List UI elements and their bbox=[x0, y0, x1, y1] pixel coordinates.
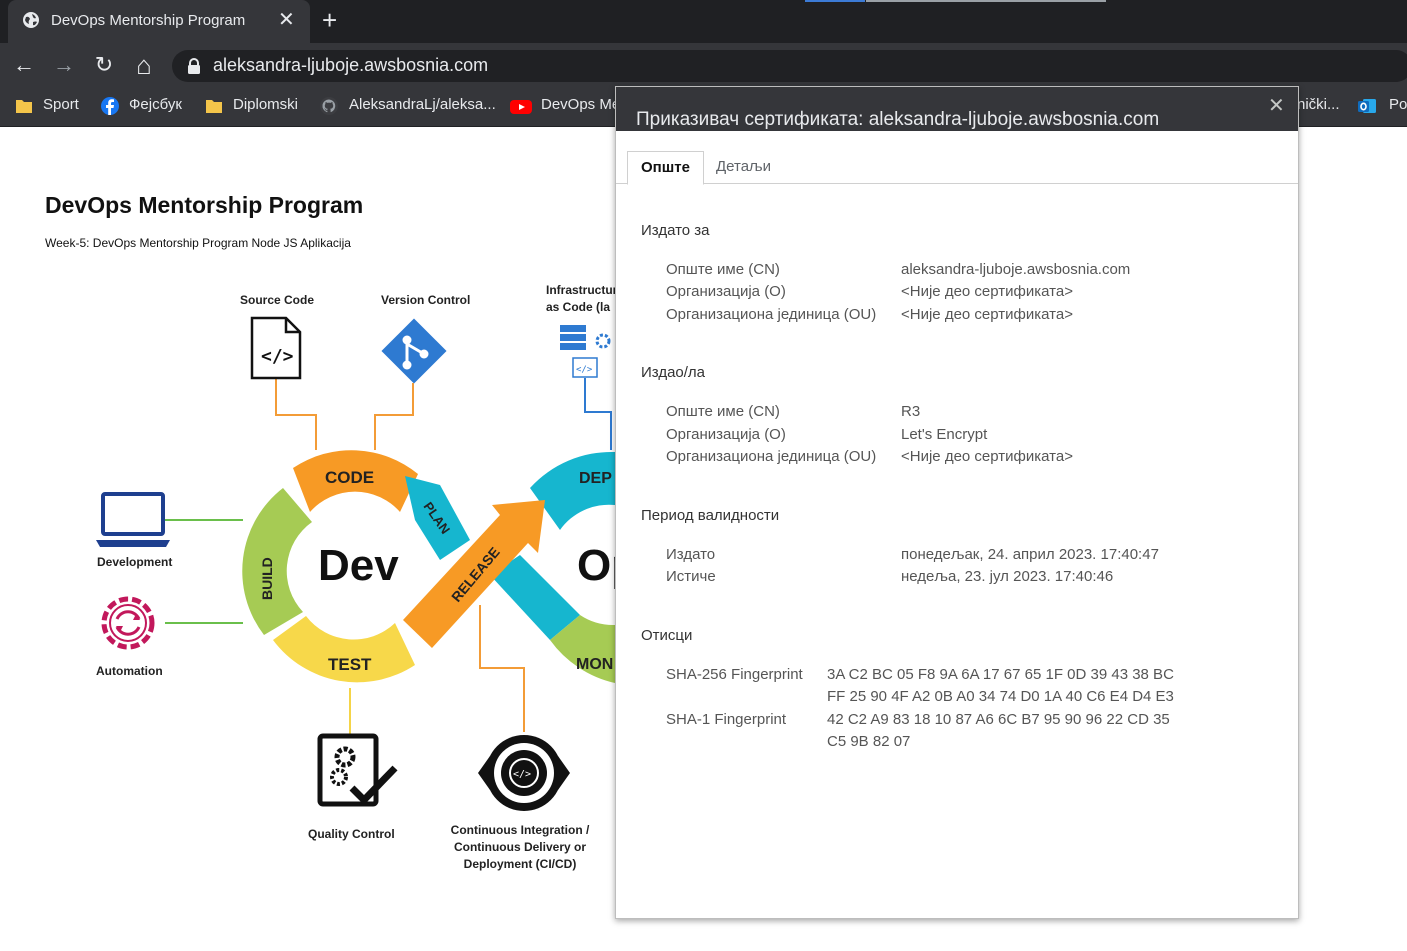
source-code-icon: </> bbox=[250, 316, 302, 380]
connector-line bbox=[584, 378, 612, 450]
lock-icon[interactable] bbox=[187, 58, 201, 74]
browser-tab[interactable]: DevOps Mentorship Program ✕ bbox=[8, 0, 310, 43]
github-icon bbox=[320, 97, 338, 115]
globe-icon bbox=[23, 12, 39, 28]
field-value: понедељак, 24. април 2023. 17:40:47 bbox=[901, 546, 1159, 563]
bookmark-diplomski[interactable]: Diplomski bbox=[233, 96, 298, 113]
field-value: <Није део сертификата> bbox=[901, 448, 1073, 465]
tab-title: DevOps Mentorship Program bbox=[51, 12, 246, 29]
svg-text:</>: </> bbox=[261, 346, 294, 367]
label-cicd: Continuous Integration / Continuous Deli… bbox=[450, 823, 590, 871]
deploy-segment bbox=[530, 451, 615, 530]
git-icon bbox=[381, 318, 447, 384]
field-label: SHA-256 Fingerprint bbox=[666, 666, 803, 683]
section-fingerprints: Отисци bbox=[641, 627, 693, 644]
quality-control-icon bbox=[317, 733, 398, 807]
dialog-title: Приказивач сертификата: aleksandra-ljubo… bbox=[636, 109, 1160, 130]
field-label: Организациона јединица (OU) bbox=[666, 306, 877, 323]
field-label: Организациона јединица (OU) bbox=[666, 448, 877, 465]
section-issued-by: Издао/ла bbox=[641, 364, 706, 381]
field-label: Организација (O) bbox=[666, 283, 786, 300]
field-value: R3 bbox=[901, 403, 921, 420]
loop-word-test: TEST bbox=[328, 655, 372, 674]
field-label: Опште име (CN) bbox=[666, 261, 780, 278]
loop-word-code: CODE bbox=[325, 468, 374, 487]
facebook-icon bbox=[101, 97, 119, 115]
label-iac: Infrastructure as Code (la bbox=[546, 283, 620, 314]
server-code-icon: </> bbox=[560, 325, 611, 378]
certificate-viewer-dialog: Приказивач сертификата: aleksandra-ljubo… bbox=[615, 86, 1299, 919]
folder-icon bbox=[16, 100, 32, 113]
sha256-fingerprint-line: 3A C2 BC 05 F8 9A 6A 17 67 65 1F 0D 39 4… bbox=[827, 666, 1174, 683]
new-tab-button[interactable]: + bbox=[322, 6, 337, 34]
loop-word-monitor: MON bbox=[576, 656, 613, 673]
bookmark-devops[interactable]: DevOps Me bbox=[541, 96, 620, 113]
tab-details[interactable]: Детаљи bbox=[703, 151, 784, 183]
tab-strip: DevOps Mentorship Program ✕ + bbox=[0, 0, 1407, 43]
loop-word-ops: Op bbox=[577, 541, 620, 590]
sha1-fingerprint-line: C5 9B 82 07 bbox=[827, 733, 911, 750]
back-button[interactable]: ← bbox=[11, 52, 37, 78]
label-source-code: Source Code bbox=[240, 293, 315, 307]
url-text[interactable]: aleksandra-ljuboje.awsbosnia.com bbox=[213, 55, 488, 76]
loop-word-dev: Dev bbox=[318, 541, 399, 590]
loop-word-deploy: DEP bbox=[579, 470, 612, 487]
close-icon[interactable]: ✕ bbox=[1268, 93, 1285, 118]
field-label: Организација (O) bbox=[666, 426, 786, 443]
svg-text:</>: </> bbox=[513, 769, 531, 780]
bookmark-partial[interactable]: Po bbox=[1389, 96, 1407, 113]
field-value: aleksandra-ljuboje.awsbosnia.com bbox=[901, 261, 1131, 278]
label-automation: Automation bbox=[96, 664, 163, 678]
dialog-tabs: Опште Детаљи bbox=[616, 151, 1298, 185]
connector-line bbox=[275, 378, 317, 450]
label-quality-control: Quality Control bbox=[308, 827, 395, 841]
reload-button[interactable]: ↻ bbox=[91, 52, 117, 78]
field-label: SHA-1 Fingerprint bbox=[666, 711, 787, 728]
forward-button[interactable]: → bbox=[51, 52, 77, 78]
section-issued-to: Издато за bbox=[641, 222, 710, 239]
field-value: <Није део сертификата> bbox=[901, 306, 1073, 323]
window-accent-line bbox=[866, 0, 1106, 2]
label-version-control: Version Control bbox=[381, 293, 471, 307]
tab-close-icon[interactable]: ✕ bbox=[278, 9, 295, 31]
connector-line bbox=[479, 605, 525, 732]
sha256-fingerprint-line: FF 25 90 4F A2 0B A0 34 74 D0 1A 40 C6 E… bbox=[827, 688, 1174, 705]
bookmark-partial[interactable]: nički... bbox=[1297, 96, 1340, 113]
loop-word-build: BUILD bbox=[259, 557, 275, 600]
window-accent-line bbox=[805, 0, 865, 2]
connector-line bbox=[374, 383, 414, 450]
field-value: <Није део сертификата> bbox=[901, 283, 1073, 300]
folder-icon bbox=[206, 100, 222, 113]
tab-general[interactable]: Опште bbox=[627, 151, 704, 185]
label-development: Development bbox=[97, 555, 173, 569]
field-label: Издато bbox=[666, 546, 716, 563]
field-label: Истиче bbox=[666, 568, 716, 585]
outlook-icon bbox=[1358, 99, 1376, 113]
section-validity: Период валидности bbox=[641, 507, 780, 524]
sha1-fingerprint-line: 42 C2 A9 83 18 10 87 A6 6C B7 95 90 96 2… bbox=[827, 711, 1170, 728]
field-label: Опште име (CN) bbox=[666, 403, 780, 420]
build-segment bbox=[242, 488, 312, 635]
youtube-icon bbox=[510, 100, 532, 114]
cicd-icon: </> bbox=[478, 735, 570, 811]
bookmark-facebook[interactable]: Фејсбук bbox=[129, 96, 182, 113]
automation-gear-icon bbox=[101, 596, 155, 650]
field-value: недеља, 23. јул 2023. 17:40:46 bbox=[901, 568, 1114, 585]
laptop-icon bbox=[96, 492, 170, 547]
home-button[interactable]: ⌂ bbox=[131, 52, 157, 78]
svg-text:</>: </> bbox=[576, 365, 593, 375]
bookmark-github[interactable]: AleksandraLj/aleksa... bbox=[349, 96, 496, 113]
bookmark-sport[interactable]: Sport bbox=[43, 96, 79, 113]
field-value: Let's Encrypt bbox=[901, 426, 988, 443]
